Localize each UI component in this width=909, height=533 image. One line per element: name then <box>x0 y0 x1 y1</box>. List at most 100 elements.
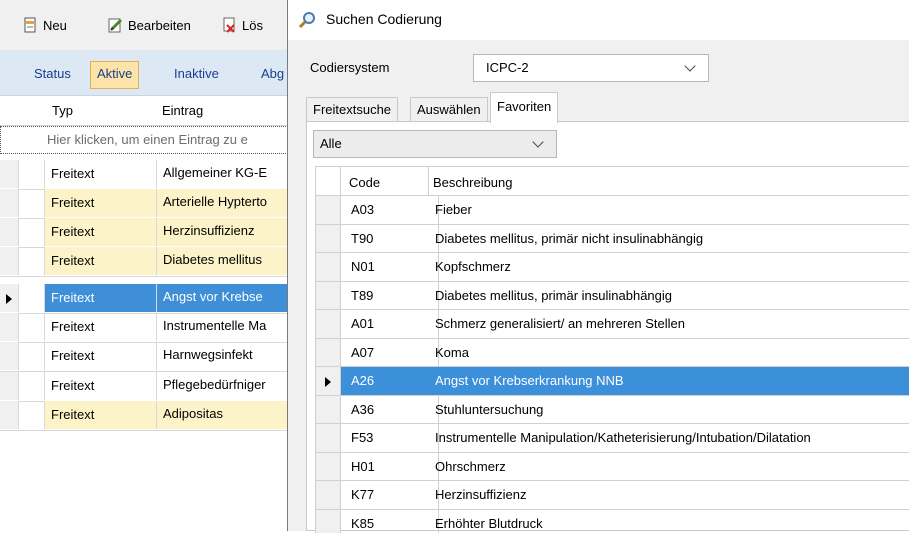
tab-strip: Freitextsuche Auswählen Favoriten <box>306 92 909 122</box>
row-selector[interactable] <box>316 424 341 452</box>
cell-code: N01 <box>341 253 439 281</box>
table-row[interactable]: Freitext Arterielle Hypterto <box>0 189 300 219</box>
cell-eintrag: Diabetes mellitus <box>156 247 307 275</box>
row-selector[interactable] <box>316 453 341 481</box>
table-row-selected[interactable]: Freitext Angst vor Krebse <box>0 284 300 314</box>
cell-code: T89 <box>341 282 439 310</box>
new-button-label: Neu <box>43 18 67 33</box>
row-selector[interactable] <box>0 189 19 217</box>
delete-button[interactable]: Lös <box>221 0 263 50</box>
cell-code: A07 <box>341 339 439 367</box>
entries-grid-header: Typ Eintrag <box>0 96 300 126</box>
tab-freitextsuche[interactable]: Freitextsuche <box>306 97 398 122</box>
dialog-titlebar[interactable]: Suchen Codierung <box>288 0 909 40</box>
table-row[interactable]: H01 Ohrschmerz <box>316 452 909 482</box>
favorites-grid-header: Code Beschreibung <box>316 167 909 195</box>
table-row[interactable]: Freitext Harnwegsinfekt <box>0 342 300 372</box>
row-selector[interactable] <box>316 481 341 509</box>
table-row[interactable]: K85 Erhöhter Blutdruck <box>316 509 909 533</box>
row-selector[interactable] <box>0 342 19 370</box>
cell-code: A36 <box>341 396 439 424</box>
cell-code: A26 <box>341 367 439 395</box>
table-row[interactable]: K77 Herzinsuffizienz <box>316 480 909 510</box>
column-header-typ[interactable]: Typ <box>52 96 73 126</box>
row-selector[interactable] <box>316 282 341 310</box>
row-selector[interactable] <box>0 372 19 400</box>
favorites-filter-dropdown[interactable]: Alle <box>313 130 557 158</box>
delete-button-label: Lös <box>242 18 263 33</box>
column-header-code[interactable]: Code <box>349 175 380 190</box>
cell-beschreibung: Diabetes mellitus, primär nicht insulina… <box>428 225 909 253</box>
edit-button[interactable]: Bearbeiten <box>107 0 191 50</box>
cell-eintrag: Pflegebedürfniger <box>156 372 307 400</box>
header-divider <box>428 167 429 195</box>
current-row-arrow-icon <box>6 294 12 304</box>
table-row[interactable]: Freitext Allgemeiner KG-E <box>0 160 300 190</box>
cell-beschreibung: Herzinsuffizienz <box>428 481 909 509</box>
table-row[interactable]: Freitext Instrumentelle Ma <box>0 313 300 343</box>
table-row[interactable]: T89 Diabetes mellitus, primär insulinabh… <box>316 281 909 311</box>
cell-code: A01 <box>341 310 439 338</box>
cell-code: K85 <box>341 510 439 533</box>
cell-beschreibung: Instrumentelle Manipulation/Katheterisie… <box>428 424 909 452</box>
row-selector[interactable] <box>0 313 19 341</box>
row-selector[interactable] <box>0 247 19 275</box>
row-selector[interactable] <box>316 510 341 533</box>
row-selector[interactable] <box>316 367 341 395</box>
header-divider <box>340 167 341 195</box>
cell-typ: Freitext <box>44 372 163 400</box>
table-row[interactable]: A36 Stuhluntersuchung <box>316 395 909 425</box>
cell-code: K77 <box>341 481 439 509</box>
cell-eintrag: Allgemeiner KG-E <box>156 160 307 188</box>
table-row[interactable]: N01 Kopfschmerz <box>316 252 909 282</box>
table-row[interactable]: Freitext Herzinsuffizienz <box>0 218 300 248</box>
cell-eintrag: Instrumentelle Ma <box>156 313 307 341</box>
cell-code: H01 <box>341 453 439 481</box>
row-selector[interactable] <box>316 253 341 281</box>
row-selector[interactable] <box>316 310 341 338</box>
cell-beschreibung: Koma <box>428 339 909 367</box>
row-selector[interactable] <box>316 196 341 224</box>
chevron-down-icon <box>684 60 695 71</box>
cell-beschreibung: Angst vor Krebserkrankung NNB <box>428 367 909 395</box>
dialog-title: Suchen Codierung <box>326 11 442 27</box>
table-row[interactable]: Freitext Pflegebedürfniger <box>0 372 300 402</box>
cell-typ: Freitext <box>44 401 163 429</box>
table-row[interactable]: F53 Instrumentelle Manipulation/Katheter… <box>316 423 909 453</box>
filter-inaktive-button[interactable]: Inaktive <box>174 61 219 87</box>
row-selector[interactable] <box>0 218 19 246</box>
row-selector[interactable] <box>316 225 341 253</box>
row-selector[interactable] <box>316 339 341 367</box>
table-row[interactable]: A03 Fieber <box>316 195 909 225</box>
row-selector[interactable] <box>0 160 19 188</box>
table-row[interactable]: T90 Diabetes mellitus, primär nicht insu… <box>316 224 909 254</box>
codiersystem-value: ICPC-2 <box>486 60 529 75</box>
table-row[interactable]: Freitext Adipositas <box>0 401 300 431</box>
tab-auswaehlen[interactable]: Auswählen <box>410 97 488 122</box>
cell-beschreibung: Schmerz generalisiert/ an mehreren Stell… <box>428 310 909 338</box>
tab-favoriten[interactable]: Favoriten <box>490 92 558 123</box>
new-entry-row[interactable]: Hier klicken, um einen Eintrag zu e <box>0 126 300 154</box>
table-row[interactable]: Freitext Diabetes mellitus <box>0 247 300 277</box>
row-selector[interactable] <box>316 396 341 424</box>
column-header-eintrag[interactable]: Eintrag <box>162 96 203 126</box>
cell-eintrag: Herzinsuffizienz <box>156 218 307 246</box>
magnifier-icon <box>298 11 316 29</box>
codiersystem-dropdown[interactable]: ICPC-2 <box>473 54 709 82</box>
filter-value: Alle <box>320 136 342 151</box>
toolbar: Neu Bearbeiten Lös <box>0 0 300 50</box>
cell-typ: Freitext <box>44 342 163 370</box>
row-selector[interactable] <box>0 284 19 312</box>
filter-aktive-button[interactable]: Aktive <box>90 61 139 89</box>
column-header-beschreibung[interactable]: Beschreibung <box>433 175 513 190</box>
row-selector[interactable] <box>0 401 19 429</box>
filter-abg-button[interactable]: Abg <box>261 61 284 87</box>
table-row[interactable]: A01 Schmerz generalisiert/ an mehreren S… <box>316 309 909 339</box>
table-row-selected[interactable]: A26 Angst vor Krebserkrankung NNB <box>316 366 909 396</box>
cell-typ: Freitext <box>44 284 163 312</box>
new-button[interactable]: Neu <box>22 0 67 50</box>
edit-pencil-icon <box>107 17 123 33</box>
cell-typ: Freitext <box>44 160 163 188</box>
table-row[interactable]: A07 Koma <box>316 338 909 368</box>
status-label: Status <box>34 61 71 87</box>
